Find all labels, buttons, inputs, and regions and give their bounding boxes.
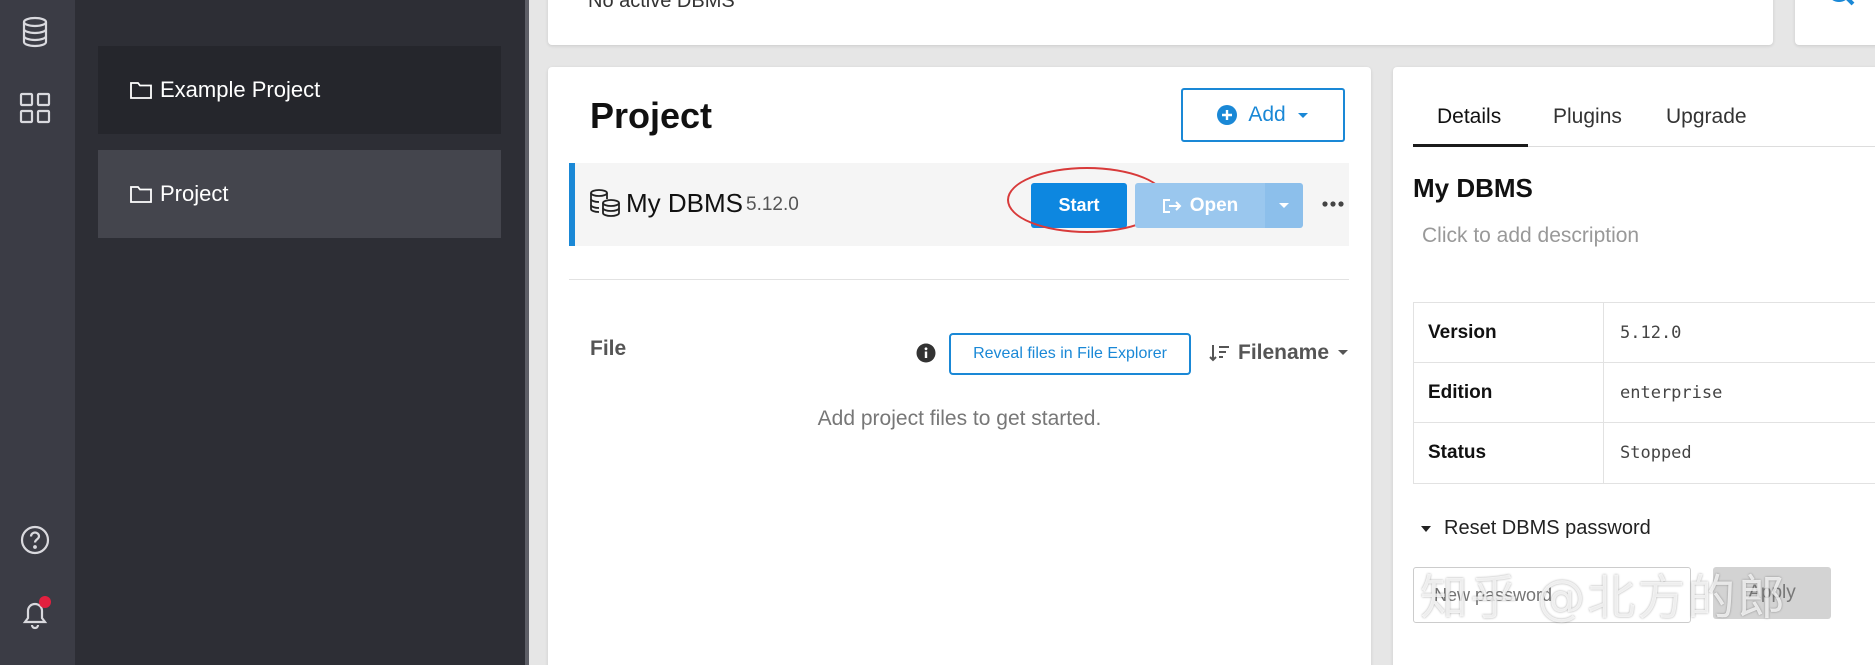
- chevron-down-icon: [1297, 113, 1308, 118]
- info-key: Version: [1414, 303, 1604, 362]
- add-button-label: Add: [1248, 103, 1286, 126]
- search-bar[interactable]: [1795, 0, 1875, 45]
- open-dropdown-button[interactable]: [1265, 183, 1303, 228]
- dbms-row[interactable]: My DBMS 5.12.0 Start Open: [569, 163, 1349, 246]
- tab-plugins[interactable]: Plugins: [1553, 105, 1622, 129]
- open-external-icon: [1162, 198, 1182, 213]
- tab-details[interactable]: Details: [1437, 105, 1501, 129]
- empty-files-message: Add project files to get started.: [817, 407, 1102, 430]
- reset-password-label: Reset DBMS password: [1444, 517, 1651, 539]
- dbms-icon: [590, 189, 620, 217]
- folder-icon: [130, 186, 152, 203]
- database-icon[interactable]: [17, 14, 53, 50]
- details-title: My DBMS: [1413, 173, 1533, 203]
- sort-filename-dropdown[interactable]: Filename: [1208, 341, 1349, 365]
- dbms-version: 5.12.0: [746, 194, 799, 215]
- info-icon[interactable]: [916, 343, 936, 363]
- info-value: Stopped: [1620, 443, 1692, 463]
- section-divider: [569, 279, 1349, 280]
- dbms-info-table: Version 5.12.0 Edition enterprise Status…: [1413, 302, 1875, 484]
- info-value: enterprise: [1620, 382, 1723, 403]
- table-row: Edition enterprise: [1414, 363, 1875, 423]
- sort-icon: [1209, 345, 1229, 362]
- plus-circle-icon: [1217, 105, 1238, 125]
- info-key: Edition: [1414, 363, 1604, 422]
- ellipsis-icon: [1322, 201, 1344, 207]
- panel-divider[interactable]: [525, 0, 529, 665]
- files-section-label: File: [590, 337, 627, 360]
- project-item-label: Example Project: [160, 77, 321, 102]
- page-title: Project: [590, 95, 713, 136]
- chevron-down-icon: [1279, 202, 1289, 208]
- project-item-project[interactable]: Project: [98, 150, 501, 238]
- info-key: Status: [1414, 423, 1604, 483]
- active-dbms-text: No active DBMS: [588, 0, 735, 12]
- reveal-files-button[interactable]: Reveal files in File Explorer: [949, 333, 1191, 375]
- project-card: Project Add My DBMS 5.12.0 Start Open Fi…: [548, 67, 1371, 665]
- search-icon[interactable]: [1825, 0, 1857, 10]
- table-row: Version 5.12.0: [1414, 303, 1875, 363]
- description-field[interactable]: Click to add description: [1422, 224, 1639, 248]
- apps-grid-icon[interactable]: [17, 90, 53, 126]
- folder-icon: [130, 82, 152, 99]
- open-button[interactable]: Open: [1135, 183, 1265, 228]
- project-list-panel: Example Project Project: [75, 0, 525, 665]
- reset-password-toggle[interactable]: Reset DBMS password: [1420, 517, 1651, 540]
- project-item-label: Project: [160, 181, 229, 206]
- new-password-input[interactable]: [1413, 567, 1691, 623]
- active-dbms-bar: No active DBMS: [548, 0, 1773, 45]
- open-button-label: Open: [1189, 194, 1239, 216]
- caret-down-icon: [1421, 525, 1431, 532]
- info-value: 5.12.0: [1620, 322, 1682, 343]
- notification-badge: [39, 596, 51, 608]
- help-icon[interactable]: [17, 522, 53, 558]
- active-tab-indicator: [1413, 144, 1528, 147]
- sort-label: Filename: [1238, 341, 1330, 364]
- chevron-down-icon: [1338, 350, 1349, 355]
- table-row: Status Stopped: [1414, 423, 1875, 483]
- project-item-example-project[interactable]: Example Project: [98, 46, 501, 134]
- start-button[interactable]: Start: [1031, 183, 1127, 228]
- more-options-button[interactable]: [1318, 189, 1348, 219]
- apply-button[interactable]: Apply: [1713, 567, 1831, 619]
- dbms-details-panel: Details Plugins Upgrade My DBMS Click to…: [1393, 67, 1875, 665]
- add-button[interactable]: Add: [1181, 88, 1345, 142]
- notifications-bell-icon[interactable]: [17, 596, 53, 632]
- tab-upgrade[interactable]: Upgrade: [1666, 105, 1747, 129]
- icon-rail: [0, 0, 75, 665]
- dbms-name: My DBMS: [626, 188, 743, 218]
